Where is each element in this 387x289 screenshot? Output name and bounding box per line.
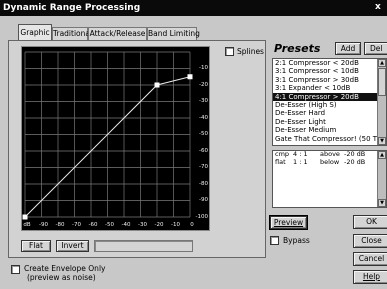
splines-label: Splines <box>237 47 264 56</box>
y-tick-label: -90 <box>199 197 208 203</box>
preset-item[interactable]: 3:1 Compressor > 30dB <box>273 76 386 84</box>
add-preset-button[interactable]: Add <box>335 42 361 55</box>
y-tick-label: -10 <box>199 65 208 71</box>
curve-control-point[interactable] <box>187 74 193 80</box>
splines-checkbox[interactable] <box>225 47 234 56</box>
create-envelope-sublabel: (preview as noise) <box>27 273 96 282</box>
info-type: flat <box>275 157 286 166</box>
y-tick-label: -100 <box>195 213 208 220</box>
window-title: Dynamic Range Processing <box>3 3 141 13</box>
y-tick-label: -80 <box>199 180 208 187</box>
preview-label: Preview <box>273 218 304 227</box>
invert-button[interactable]: Invert <box>56 240 89 252</box>
x-tick-label: -20 <box>154 222 164 228</box>
preset-item[interactable]: Gate That Compressor! (50 Thr <box>273 135 386 143</box>
presets-scrollbar[interactable]: ▲ ▼ <box>377 59 386 145</box>
x-tick-label: 0 <box>190 222 194 228</box>
y-tick-label: -50 <box>199 131 208 137</box>
segment-info-box: cmp 4 : 1 above -20 dB flat 1 : 1 below … <box>272 150 387 208</box>
info-scroll-down-icon[interactable]: ▼ <box>378 199 386 207</box>
info-dir: below <box>320 157 340 166</box>
x-tick-label: -10 <box>171 222 180 228</box>
curve-control-point[interactable] <box>22 214 28 220</box>
y-tick-label: -20 <box>199 81 208 88</box>
y-tick-label: -70 <box>199 164 208 170</box>
flat-button[interactable]: Flat <box>21 240 51 252</box>
x-tick-label: dB <box>23 222 31 228</box>
close-button[interactable]: Close <box>353 234 387 248</box>
x-tick-label: -80 <box>55 222 65 228</box>
ok-label: OK <box>366 217 377 226</box>
scroll-thumb[interactable] <box>378 68 386 96</box>
tab-attack-release[interactable]: Attack/Release <box>88 27 147 41</box>
x-tick-label: -30 <box>138 222 147 228</box>
del-label: Del <box>370 44 383 53</box>
preset-item[interactable]: 2:1 Compressor < 20dB <box>273 59 386 67</box>
presets-list[interactable]: 2:1 Compressor < 20dB 3:1 Compressor < 10… <box>272 58 387 146</box>
preset-item[interactable]: De-Esser (High S) <box>273 101 386 109</box>
presets-title: Presets <box>274 42 321 55</box>
graph-canvas[interactable] <box>22 47 210 231</box>
info-scrollbar[interactable]: ▲ ▼ <box>377 151 386 207</box>
delete-preset-button[interactable]: Del <box>364 42 387 55</box>
create-envelope-checkbox[interactable] <box>11 265 20 274</box>
close-label: Close <box>361 236 382 245</box>
bypass-label: Bypass <box>283 236 310 245</box>
preset-item[interactable]: 4:1 Compressor > 20dB <box>273 92 386 101</box>
preset-item[interactable]: De-Esser Medium <box>273 126 386 134</box>
y-tick-label: -60 <box>199 147 208 154</box>
invert-label: Invert <box>61 241 84 250</box>
cancel-label: Cancel <box>358 254 385 263</box>
x-tick-label: -40 <box>121 222 131 228</box>
x-tick-label: -90 <box>39 222 48 228</box>
y-tick-label: -40 <box>199 114 208 121</box>
transfer-graph[interactable]: -10 -20 -30 -40 -50 -60 -70 -80 -90 -100 dB -90 -80… <box>21 46 210 231</box>
preset-item[interactable]: 3:1 Expander < 10dB <box>273 84 386 92</box>
preset-item[interactable]: De-Esser Hard <box>273 109 386 117</box>
create-envelope-label: Create Envelope Only <box>24 264 106 273</box>
help-label: Help <box>362 272 381 281</box>
tab-graphic[interactable]: Graphic <box>18 24 52 41</box>
title-bar: Dynamic Range Processing x <box>0 0 387 16</box>
add-label: Add <box>340 44 356 53</box>
scroll-down-icon[interactable]: ▼ <box>378 137 386 145</box>
flat-label: Flat <box>29 241 43 250</box>
info-level: -20 dB <box>344 157 366 166</box>
preset-items: 2:1 Compressor < 20dB 3:1 Compressor < 10… <box>273 59 386 143</box>
x-tick-label: -60 <box>88 222 98 228</box>
y-tick-label: -30 <box>199 98 208 104</box>
info-row: flat 1 : 1 below -20 dB <box>273 157 386 167</box>
cancel-button[interactable]: Cancel <box>353 252 387 266</box>
curve-control-point[interactable] <box>154 82 160 88</box>
status-field <box>94 240 193 252</box>
help-button[interactable]: Help <box>353 270 387 284</box>
ok-button[interactable]: OK <box>353 215 387 229</box>
info-scroll-up-icon[interactable]: ▲ <box>378 151 386 159</box>
tab-band-limiting[interactable]: Band Limiting <box>147 27 200 41</box>
preview-button[interactable]: Preview <box>269 215 308 230</box>
preset-item[interactable]: 3:1 Compressor < 10dB <box>273 67 386 75</box>
info-ratio: 1 : 1 <box>293 157 308 166</box>
x-tick-label: -70 <box>72 222 81 228</box>
scroll-up-icon[interactable]: ▲ <box>378 59 386 67</box>
close-icon[interactable]: x <box>375 2 385 13</box>
tab-traditional[interactable]: Traditional <box>52 27 92 41</box>
bypass-checkbox[interactable] <box>270 236 279 245</box>
x-tick-label: -50 <box>105 222 114 228</box>
preset-item[interactable]: De-Esser Light <box>273 118 386 126</box>
